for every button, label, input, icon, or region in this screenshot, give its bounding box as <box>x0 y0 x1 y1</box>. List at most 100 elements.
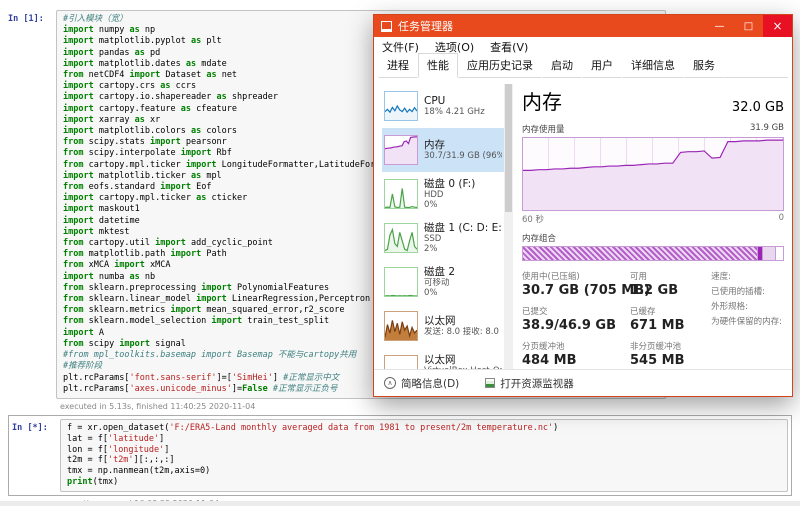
sidebar-item-detail: 发送: 8.0 接收: 8.0 Kbps <box>424 327 502 337</box>
sidebar-item-detail: 30.7/31.9 GB (96%) <box>424 151 502 161</box>
memory-hardware-info: 速度:已使用的插槽:外形规格:为硬件保留的内存: <box>711 270 784 368</box>
code-line: tmx = np.nanmean(t2m,axis=0) <box>67 466 781 477</box>
execution-status: executed in 5.13s, finished 11:40:25 202… <box>60 402 666 411</box>
maximize-button[interactable]: □ <box>734 15 763 37</box>
hardware-info-line: 速度: <box>711 270 782 285</box>
tabbar-filler <box>724 56 788 78</box>
stat-value: 671 MB <box>630 318 685 333</box>
resource-monitor-label: 打开资源监视器 <box>500 376 574 391</box>
usage-max: 31.9 GB <box>750 123 784 135</box>
sidebar-item-detail: 0% <box>424 200 475 210</box>
sidebar-scrollbar[interactable] <box>504 84 513 369</box>
stat-label: 分页缓冲池 <box>522 340 626 352</box>
sidebar-item-disk2[interactable]: 磁盘 2可移动0% <box>382 260 504 304</box>
memory-stat: 使用中(已压缩)30.7 GB (705 MB) <box>522 270 626 298</box>
task-manager-footer: ∧ 简略信息(D) 打开资源监视器 <box>374 369 792 396</box>
open-resource-monitor-link[interactable]: 打开资源监视器 <box>485 376 574 391</box>
sidebar-item-name: 以太网 <box>424 315 502 327</box>
window-title: 任务管理器 <box>398 18 453 34</box>
memory-stat: 可用1.2 GB <box>630 270 685 298</box>
memory-stat: 已缓存671 MB <box>630 305 685 333</box>
execution-status: execution queued 16:08:29 2020-11-04 <box>60 499 792 506</box>
chevron-up-icon: ∧ <box>384 377 396 389</box>
code-line: lon = f['longitude'] <box>67 445 781 456</box>
sidebar-item-name: 磁盘 0 (F:) <box>424 178 475 190</box>
memory-title: 内存 <box>522 86 562 115</box>
memory-stat: 分页缓冲池484 MB <box>522 340 626 368</box>
usage-label: 内存使用量 <box>522 123 565 135</box>
sidebar-item-name: 磁盘 2 <box>424 266 455 278</box>
hardware-info-line: 已使用的插槽: <box>711 285 782 300</box>
stat-label: 使用中(已压缩) <box>522 270 626 282</box>
memory-composition-standby <box>762 247 775 260</box>
memory-stats: 使用中(已压缩)30.7 GB (705 MB)可用1.2 GB已提交38.9/… <box>522 270 685 368</box>
stat-label: 非分页缓冲池 <box>630 340 685 352</box>
memory-composition-bar <box>522 246 784 261</box>
stat-value: 38.9/46.9 GB <box>522 318 626 333</box>
selected-cell-border: In [*]: f = xr.open_dataset('F:/ERA5-Lan… <box>8 415 792 496</box>
stat-label: 已缓存 <box>630 305 685 317</box>
code-line: f = xr.open_dataset('F:/ERA5-Land monthl… <box>67 423 781 434</box>
sidebar-item-disk1[interactable]: 磁盘 1 (C: D: E:SSD2% <box>382 216 504 260</box>
mem-mini-graph <box>384 135 418 165</box>
disk1-mini-graph <box>384 223 418 253</box>
tab[interactable]: 用户 <box>582 53 622 78</box>
memory-detail-pane: 内存 32.0 GB 内存使用量 31.9 GB 60 秒 0 内存组合 使用中… <box>518 84 786 369</box>
sidebar-item-name: 以太网 <box>424 354 502 366</box>
tab[interactable]: 详细信息 <box>622 53 684 78</box>
task-manager-icon <box>381 21 392 32</box>
tab-bar: 进程性能应用历史记录启动用户详细信息服务 <box>374 56 792 78</box>
close-button[interactable]: × <box>763 15 792 37</box>
tab[interactable]: 应用历史记录 <box>458 53 542 78</box>
stat-value: 484 MB <box>522 353 626 368</box>
tab[interactable]: 启动 <box>542 53 582 78</box>
sidebar-item-detail: 0% <box>424 288 455 298</box>
code-input-area[interactable]: f = xr.open_dataset('F:/ERA5-Land monthl… <box>60 419 788 492</box>
sidebar-item-name: CPU <box>424 95 485 107</box>
memory-usage-graph <box>522 137 784 211</box>
minimize-button[interactable]: — <box>705 15 734 37</box>
memory-stat: 已提交38.9/46.9 GB <box>522 305 626 333</box>
memory-usage-chart <box>523 138 783 210</box>
stat-value: 1.2 GB <box>630 283 685 298</box>
cell-prompt: In [1]: <box>8 10 56 24</box>
stat-value: 30.7 GB (705 MB) <box>522 283 626 298</box>
sidebar-item-disk0[interactable]: 磁盘 0 (F:)HDD0% <box>382 172 504 216</box>
titlebar[interactable]: 任务管理器 — □ × <box>374 15 792 37</box>
tab[interactable]: 进程 <box>378 53 418 78</box>
net1-mini-graph <box>384 311 418 341</box>
net2-mini-graph <box>384 355 418 369</box>
sidebar-item-name: 磁盘 1 (C: D: E: <box>424 222 502 234</box>
sidebar-item-net1[interactable]: 以太网发送: 8.0 接收: 8.0 Kbps <box>382 304 504 348</box>
sidebar-item-cpu[interactable]: CPU18% 4.21 GHz <box>382 84 504 128</box>
axis-zero-label: 0 <box>779 213 784 225</box>
tab[interactable]: 服务 <box>684 53 724 78</box>
code-line: t2m = f['t2m'][:,:,:] <box>67 455 781 466</box>
resource-monitor-icon <box>485 378 495 388</box>
stat-label: 已提交 <box>522 305 626 317</box>
code-line: print(tmx) <box>67 477 781 488</box>
sidebar-item-mem[interactable]: 内存30.7/31.9 GB (96%) <box>382 128 504 172</box>
cell-prompt: In [*]: <box>12 419 60 433</box>
task-manager-window: 任务管理器 — □ × 文件(F)选项(O)查看(V) 进程性能应用历史记录启动… <box>373 14 793 397</box>
disk2-mini-graph <box>384 267 418 297</box>
memory-composition-free <box>775 247 783 260</box>
memory-total: 32.0 GB <box>732 100 784 115</box>
stat-value: 545 MB <box>630 353 685 368</box>
scrollbar-thumb[interactable] <box>505 84 512 212</box>
sidebar-item-detail: SSD <box>424 234 502 244</box>
memory-composition-used <box>523 247 757 260</box>
tab[interactable]: 性能 <box>418 53 458 78</box>
fewer-details-label: 简略信息(D) <box>401 376 459 391</box>
composition-label: 内存组合 <box>522 232 784 244</box>
sidebar-item-detail: 可移动 <box>424 278 455 288</box>
sidebar-item-detail: HDD <box>424 190 475 200</box>
stat-label: 可用 <box>630 270 685 282</box>
sidebar-item-net2[interactable]: 以太网VirtualBox Host-On...发送 0 接收 0 Kbps <box>382 348 504 369</box>
hardware-info-line: 为硬件保留的内存: <box>711 315 782 330</box>
memory-stat: 非分页缓冲池545 MB <box>630 340 685 368</box>
sidebar-item-detail: 2% <box>424 244 502 254</box>
code-editor[interactable]: f = xr.open_dataset('F:/ERA5-Land monthl… <box>67 423 781 488</box>
code-cell-2[interactable]: In [*]: f = xr.open_dataset('F:/ERA5-Lan… <box>8 415 792 506</box>
fewer-details-button[interactable]: ∧ 简略信息(D) <box>384 376 459 391</box>
